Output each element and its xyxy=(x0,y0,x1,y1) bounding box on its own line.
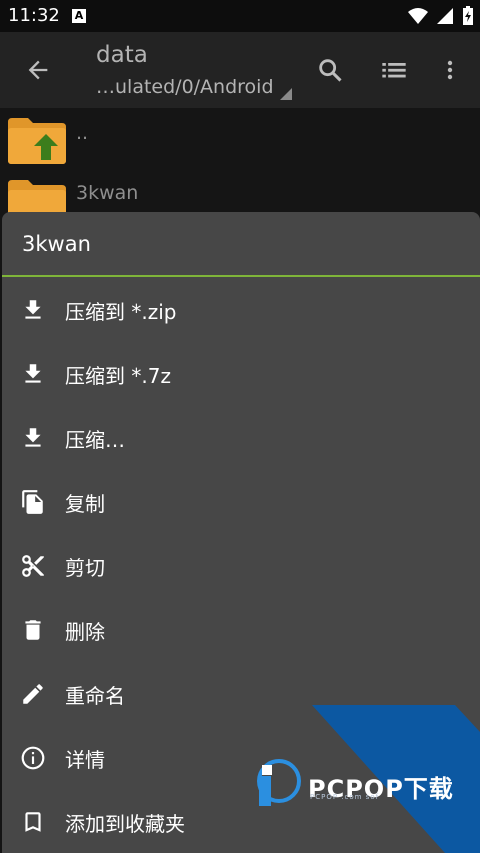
sheet-title: 3kwan xyxy=(22,232,91,256)
list-view-icon[interactable] xyxy=(380,56,408,84)
menu-item-label: 添加到收藏夹 xyxy=(65,812,185,836)
menu-item-cut[interactable]: 剪切 xyxy=(2,533,480,597)
menu-item-rename[interactable]: 重命名 xyxy=(2,661,480,725)
status-bar: 11:32 A xyxy=(0,0,480,32)
trash-icon xyxy=(25,620,41,640)
file-name: 3kwan xyxy=(76,182,139,204)
notification-icon: A xyxy=(72,9,86,23)
more-options-icon[interactable] xyxy=(438,56,462,84)
page-title: data xyxy=(96,42,148,68)
menu-item-compress-7z[interactable]: 压缩到 *.7z xyxy=(2,341,480,405)
menu-item-label: 复制 xyxy=(65,492,105,516)
system-icons xyxy=(408,6,474,26)
menu-item-label: 详情 xyxy=(65,748,105,772)
menu-item-label: 压缩… xyxy=(65,428,125,452)
menu-item-label: 压缩到 *.zip xyxy=(65,300,177,324)
signal-icon xyxy=(437,8,453,24)
menu-item-label: 剪切 xyxy=(65,556,105,580)
menu-item-delete[interactable]: 删除 xyxy=(2,597,480,661)
download-icon xyxy=(25,428,41,447)
pencil-icon xyxy=(23,684,43,704)
menu-item-compress[interactable]: 压缩… xyxy=(2,405,480,469)
menu-item-copy[interactable]: 复制 xyxy=(2,469,480,533)
watermark-tagline: PCPOP .com sof xyxy=(310,793,380,801)
context-menu-sheet: 3kwan 压缩到 *.zip 压缩到 *.7z 压缩… 复制 剪切 删除 重命… xyxy=(2,212,480,853)
info-icon xyxy=(21,746,45,770)
file-name: .. xyxy=(76,122,89,144)
file-row-parent[interactable]: .. xyxy=(0,112,480,176)
file-list: .. 3kwan xyxy=(0,108,480,226)
status-time: 11:32 xyxy=(8,5,60,26)
download-icon xyxy=(25,364,41,383)
search-icon[interactable] xyxy=(316,56,344,84)
path-dropdown-icon[interactable] xyxy=(280,88,292,100)
wifi-icon xyxy=(408,8,428,24)
menu-item-label: 压缩到 *.7z xyxy=(65,364,171,388)
menu-item-compress-zip[interactable]: 压缩到 *.zip xyxy=(2,277,480,341)
download-icon xyxy=(25,300,41,319)
battery-icon xyxy=(463,6,473,25)
back-arrow-icon[interactable] xyxy=(24,56,52,84)
scissors-icon xyxy=(22,555,44,577)
app-bar: data …ulated/0/Android xyxy=(0,32,480,108)
menu-item-label: 重命名 xyxy=(65,684,125,708)
parent-folder-icon xyxy=(8,118,66,164)
copy-icon xyxy=(22,490,43,514)
menu-item-label: 删除 xyxy=(65,620,105,644)
bookmark-icon xyxy=(25,812,41,832)
path-breadcrumb[interactable]: …ulated/0/Android xyxy=(96,76,274,98)
